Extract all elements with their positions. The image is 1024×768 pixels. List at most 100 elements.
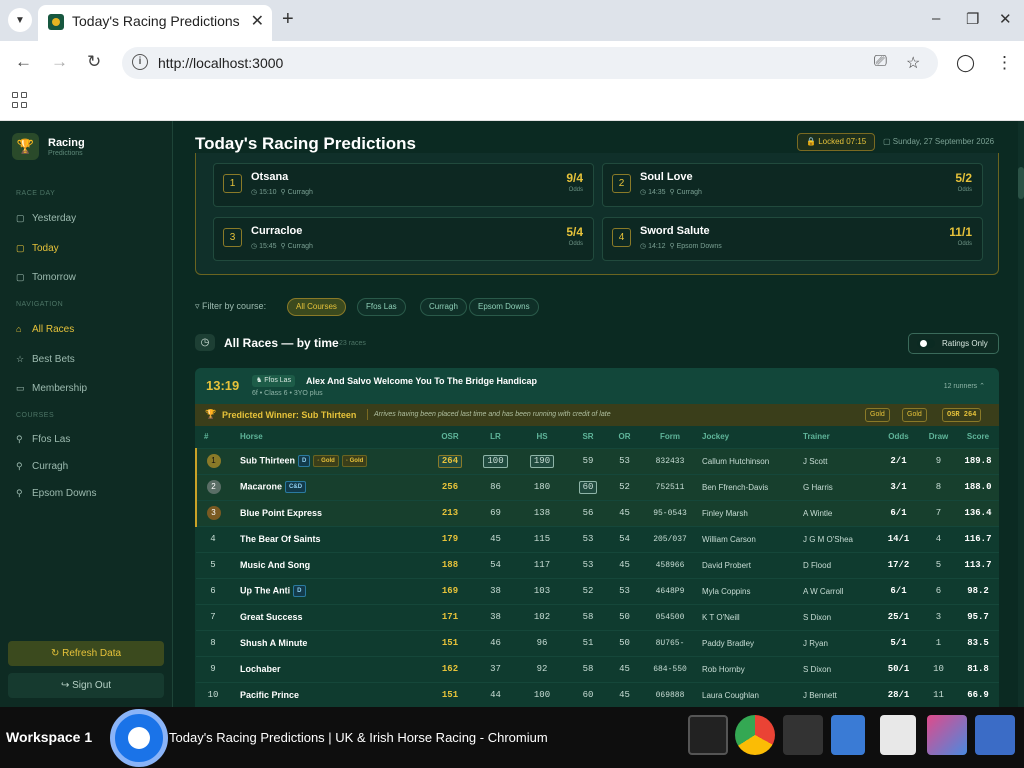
forward-icon[interactable]: → [51,52,68,72]
col-horse[interactable]: Horse [230,426,428,448]
prediction-course: Epsom Downs [676,243,722,250]
table-row[interactable]: 8 Shush A Minute 151 46 96 51 50 8U765- … [196,629,999,656]
runners-count[interactable]: 12 runners ⌃ [944,382,985,390]
prediction-rank: 1 [223,174,242,193]
col-lr[interactable]: LR [472,426,519,448]
prediction-card[interactable]: 1 Otsana ◷ 15:10 ⚲ Curragh 9/4 Odds [213,163,594,207]
section-race-day: Race Day [16,190,56,197]
sidebar-item-today[interactable]: ▢ Today [16,243,59,254]
file-manager-icon[interactable] [831,715,865,755]
or-cell: 50 [611,603,638,630]
tab-search-button[interactable]: ▼ [8,8,32,32]
col-sr[interactable]: SR [565,426,611,448]
map-pin-icon: ⚲ [280,243,286,250]
sidebar-item-curragh[interactable]: ⚲ Curragh [16,461,68,472]
chrome-icon[interactable] [735,715,775,755]
table-row[interactable]: 2 Macarone C&D 256 86 180 60 52 752511 Be… [195,473,999,500]
chip-curragh[interactable]: Curragh [420,298,467,316]
clock-icon: ◷ [251,189,258,196]
col-score[interactable]: Score [956,426,999,448]
apps-grid-icon[interactable] [12,92,28,108]
address-bar[interactable]: i http://localhost:3000 ⎚ ☆ [122,47,938,79]
scrollbar[interactable] [1018,121,1024,707]
or-cell: 53 [611,447,638,474]
bookmark-star-icon[interactable]: ☆ [906,53,920,73]
col-trainer: Trainer [803,426,876,448]
jockey-cell: Myla Coppins [702,577,803,604]
new-tab-icon[interactable]: + [282,8,294,31]
restore-icon[interactable]: ❐ [966,10,979,28]
close-tab-icon[interactable]: ✕ [251,11,264,31]
table-row[interactable]: 5 Music And Song 188 54 117 53 45 458966… [196,551,999,578]
terminal-icon[interactable] [688,715,728,755]
table-row[interactable]: 6 Up The Anti D 169 38 103 52 53 4648P9 M… [196,577,999,604]
chip-epsom-downs[interactable]: Epsom Downs [469,298,539,316]
table-row[interactable]: 9 Lochaber 162 37 92 58 45 684-550 Rob H… [196,655,999,682]
chromium-icon[interactable] [110,709,168,767]
sidebar-item-ffos-las[interactable]: ⚲ Ffos Las [16,434,70,445]
prediction-horse: Curracloe [251,225,303,237]
jockey-cell: David Probert [702,551,803,578]
score-cell: 136.4 [956,499,999,526]
close-window-icon[interactable]: ✕ [999,10,1012,28]
col-draw[interactable]: Draw [921,426,956,448]
col-odds[interactable]: Odds [876,426,921,448]
sidebar-item-yesterday[interactable]: ▢ Yesterday [16,213,76,224]
workspace-label[interactable]: Workspace 1 [6,729,92,745]
race-course-badge: ♞ Ffos Las [252,375,296,387]
form-cell: 054500 [638,603,702,630]
horse-cell: Pacific Prince [230,681,428,707]
image-viewer-icon[interactable] [927,715,967,755]
prediction-card[interactable]: 4 Sword Salute ◷ 14:12 ⚲ Epsom Downs 11/… [602,217,983,261]
sidebar-item-all-races[interactable]: ⌂ All Races [16,324,74,335]
back-icon[interactable]: ← [15,52,32,72]
url-text[interactable]: http://localhost:3000 [158,55,283,71]
text-editor-icon[interactable] [783,715,823,755]
col-hs[interactable]: HS [519,426,565,448]
sign-out-button[interactable]: ↪ Sign Out [8,673,164,698]
menu-icon[interactable]: ⋮ [996,53,1013,73]
browser-tab[interactable]: Today's Racing Predictions ✕ [38,5,272,41]
gold-tag-text: Gold [349,458,364,464]
refresh-data-button[interactable]: ↻ Refresh Data [8,641,164,666]
race-header[interactable]: 13:19 ♞ Ffos Las Alex And Salvo Welcome … [195,368,999,404]
calculator-icon[interactable] [975,715,1015,755]
scrollbar-thumb[interactable] [1018,167,1024,199]
table-row[interactable]: 3 Blue Point Express 213 69 138 56 45 95… [195,499,999,526]
map-pin-icon: ⚲ [16,488,23,498]
profile-icon[interactable]: ◯ [956,53,975,73]
sidebar-item-best-bets[interactable]: ☆ Best Bets [16,354,75,365]
sidebar: 🏆 Racing Predictions Race Day ▢ Yesterday… [0,121,173,707]
minimize-icon[interactable]: – [932,10,940,27]
col-or[interactable]: OR [611,426,638,448]
install-app-icon[interactable]: ⎚ [874,53,887,71]
taskbar-window-title[interactable]: Today's Racing Predictions | UK & Irish … [169,730,548,745]
document-viewer-icon[interactable] [880,715,916,755]
table-row[interactable]: 10 Pacific Prince 151 44 100 60 45 06988… [196,681,999,707]
sidebar-item-membership[interactable]: ▭ Membership [16,383,87,394]
draw-cell: 3 [921,603,956,630]
ratings-only-toggle[interactable]: Ratings Only [908,333,999,354]
chip-ffos-las[interactable]: Ffos Las [357,298,406,316]
chip-all-courses[interactable]: All Courses [287,298,346,316]
sidebar-item-tomorrow[interactable]: ▢ Tomorrow [16,272,76,283]
rank-cell: 8 [196,629,230,656]
col-osr[interactable]: OSR [428,426,472,448]
site-info-icon[interactable]: i [132,54,148,70]
reload-icon[interactable]: ↻ [87,52,101,72]
prediction-time: 14:12 [648,243,666,250]
table-row[interactable]: 7 Great Success 171 38 102 58 50 054500 … [196,603,999,630]
sidebar-item-epsom-downs[interactable]: ⚲ Epsom Downs [16,488,96,499]
form-cell: 4648P9 [638,577,702,604]
prediction-time: 15:45 [259,243,277,250]
table-row[interactable]: 1 Sub Thirteen D ◦ Gold ◦ Gold 264 100 190 … [195,447,999,474]
draw-cell: 5 [921,551,956,578]
tab-strip: ▼ Today's Racing Predictions ✕ + – ❐ ✕ [0,0,1024,41]
table-row[interactable]: 4 The Bear Of Saints 179 45 115 53 54 20… [196,525,999,552]
sign-out-icon: ↪ [60,680,70,691]
odds-cell: 25/1 [876,603,921,630]
horse-name: Macarone [240,481,283,492]
top-predictions-panel: 1 Otsana ◷ 15:10 ⚲ Curragh 9/4 Odds 2 So… [195,153,999,275]
prediction-card[interactable]: 2 Soul Love ◷ 14:35 ⚲ Curragh 5/2 Odds [602,163,983,207]
prediction-card[interactable]: 3 Curracloe ◷ 15:45 ⚲ Curragh 5/4 Odds [213,217,594,261]
